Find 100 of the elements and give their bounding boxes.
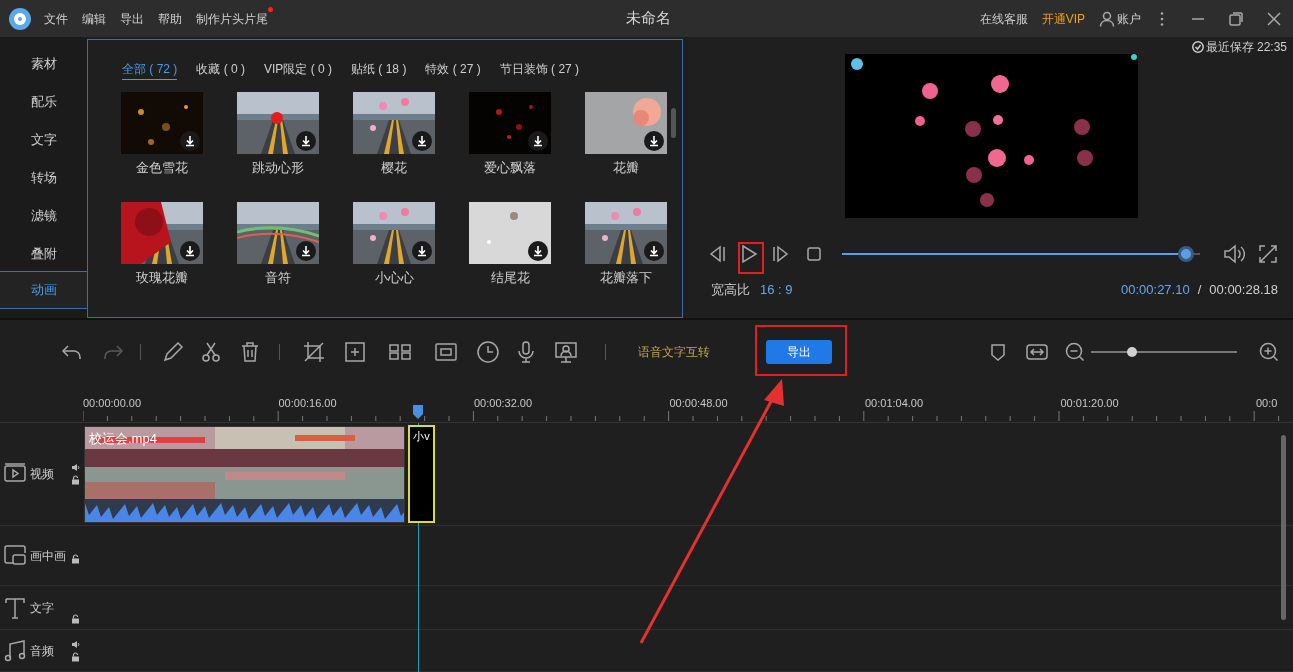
download-icon[interactable]	[412, 240, 432, 261]
lock-icon[interactable]	[71, 475, 80, 485]
category-tab[interactable]: 贴纸 ( 18 )	[351, 60, 407, 80]
fit-width-icon[interactable]	[1026, 342, 1048, 361]
clip-name: 小v	[413, 429, 430, 444]
export-button[interactable]: 导出	[766, 339, 832, 364]
lock-icon[interactable]	[71, 554, 80, 564]
track-label: 文字	[30, 599, 54, 617]
vip-link[interactable]: 开通VIP	[1041, 9, 1085, 28]
download-icon[interactable]	[180, 240, 200, 261]
time-label: 00:01:04.00	[865, 397, 924, 409]
sidebar-item[interactable]: 素材	[0, 45, 87, 83]
speech-to-text-button[interactable]: 语音文字互转	[638, 342, 710, 361]
user-icon	[1099, 10, 1115, 27]
time-label: 00:00:00.00	[83, 397, 142, 409]
marker-icon[interactable]	[990, 342, 1006, 361]
sidebar-item[interactable]: 配乐	[0, 83, 87, 121]
stop-icon[interactable]	[807, 247, 821, 261]
total-time: 00:00:28.18	[1209, 281, 1278, 299]
aspect-label: 宽高比	[711, 281, 750, 299]
speaker-icon[interactable]	[71, 640, 80, 649]
sidebar-item[interactable]: 转场	[0, 159, 87, 197]
animation-clip[interactable]: 小v	[408, 425, 435, 523]
menu-item[interactable]: 帮助	[158, 9, 182, 28]
effect-name: 樱花	[381, 159, 407, 177]
progress-track[interactable]	[842, 245, 1200, 263]
close-icon[interactable]	[1267, 11, 1281, 26]
maximize-icon[interactable]	[1229, 11, 1243, 26]
download-icon[interactable]	[412, 131, 432, 151]
picture-in-picture-icon	[4, 543, 26, 568]
effect-name: 玫瑰花瓣	[136, 268, 188, 287]
time-label: 00:00:32.00	[474, 397, 533, 409]
download-icon[interactable]	[528, 131, 548, 151]
effect-name: 小心心	[374, 268, 414, 287]
clock-icon[interactable]	[476, 339, 500, 364]
download-icon[interactable]	[528, 240, 548, 261]
effect-name: 音符	[265, 268, 291, 287]
time-label: 00:01:20.00	[1060, 397, 1119, 409]
effect-name: 结尾花	[490, 268, 530, 287]
download-icon[interactable]	[644, 131, 664, 151]
time-separator: /	[1197, 281, 1202, 299]
previous-frame-icon[interactable]	[708, 245, 726, 263]
zoom-out-icon[interactable]	[1065, 341, 1085, 362]
category-tab[interactable]: VIP限定 ( 0 )	[264, 60, 333, 80]
track-label: 视频	[30, 466, 54, 483]
effect-name: 爱心飘落	[484, 159, 536, 177]
effect-name: 花瓣落下	[600, 268, 652, 287]
save-status: 最近保存 22:35	[1191, 38, 1287, 56]
screen-record-icon[interactable]	[554, 339, 578, 364]
progress-thumb[interactable]	[1177, 246, 1194, 262]
clip-name: 校运会.mp4	[89, 430, 157, 448]
download-icon[interactable]	[644, 240, 664, 261]
support-link[interactable]: 在线客服	[979, 9, 1028, 28]
lock-icon[interactable]	[71, 614, 80, 624]
effect-name: 跳动心形	[252, 159, 304, 177]
fullscreen-icon[interactable]	[1259, 245, 1277, 263]
track-label: 音频	[30, 642, 54, 660]
menu-item[interactable]: 制作片头片尾	[196, 9, 268, 28]
next-frame-icon[interactable]	[772, 245, 790, 263]
category-tab[interactable]: 特效 ( 27 )	[425, 60, 481, 80]
category-tab[interactable]: 收藏 ( 0 )	[196, 60, 245, 80]
download-icon[interactable]	[296, 240, 316, 261]
volume-icon[interactable]	[1223, 244, 1245, 264]
effect-name: 金色雪花	[136, 159, 188, 177]
scrollbar-thumb[interactable]	[671, 108, 676, 138]
menu-item[interactable]: 导出	[120, 9, 144, 28]
menu-item[interactable]: 文件	[44, 9, 68, 28]
sidebar-item[interactable]: 文字	[0, 121, 87, 159]
lock-icon[interactable]	[71, 652, 80, 662]
download-icon[interactable]	[180, 131, 200, 151]
sidebar-item[interactable]: 动画	[0, 271, 87, 309]
sidebar-item[interactable]: 叠附	[0, 235, 87, 273]
highlight-box	[738, 242, 764, 274]
time-label: 00:00:16.00	[278, 397, 337, 409]
video-clip[interactable]: 校运会.mp4	[84, 426, 405, 523]
category-tab[interactable]: 全部 ( 72 )	[122, 60, 178, 80]
playhead-icon[interactable]	[413, 405, 423, 419]
more-icon[interactable]	[1159, 10, 1165, 27]
speaker-icon[interactable]	[71, 463, 80, 472]
menu-item[interactable]: 编辑	[82, 9, 106, 28]
window-title: 未命名	[626, 8, 671, 29]
scrollbar-thumb[interactable]	[1281, 435, 1286, 620]
pencil-icon[interactable]	[161, 339, 185, 364]
category-tab[interactable]: 节日装饰 ( 27 )	[499, 60, 580, 80]
time-label: 00:0	[1256, 397, 1278, 409]
play-icon[interactable]	[740, 244, 758, 264]
crop-icon[interactable]	[302, 339, 326, 364]
music-note-icon	[4, 638, 26, 663]
account-button[interactable]: 账户	[1099, 9, 1141, 28]
aspect-ratio[interactable]: 16 : 9	[760, 280, 793, 300]
frame-icon[interactable]	[343, 339, 367, 364]
text-icon	[4, 595, 26, 620]
check-circle-icon	[1191, 41, 1204, 53]
zoom-in-icon[interactable]	[1259, 341, 1279, 362]
zoom-thumb[interactable]	[1126, 346, 1137, 357]
time-label: 00:00:48.00	[669, 397, 728, 409]
effect-name: 花瓣	[613, 159, 639, 177]
current-time: 00:00:27.10	[1121, 281, 1190, 299]
download-icon[interactable]	[296, 131, 316, 151]
sidebar-item[interactable]: 滤镜	[0, 197, 87, 235]
